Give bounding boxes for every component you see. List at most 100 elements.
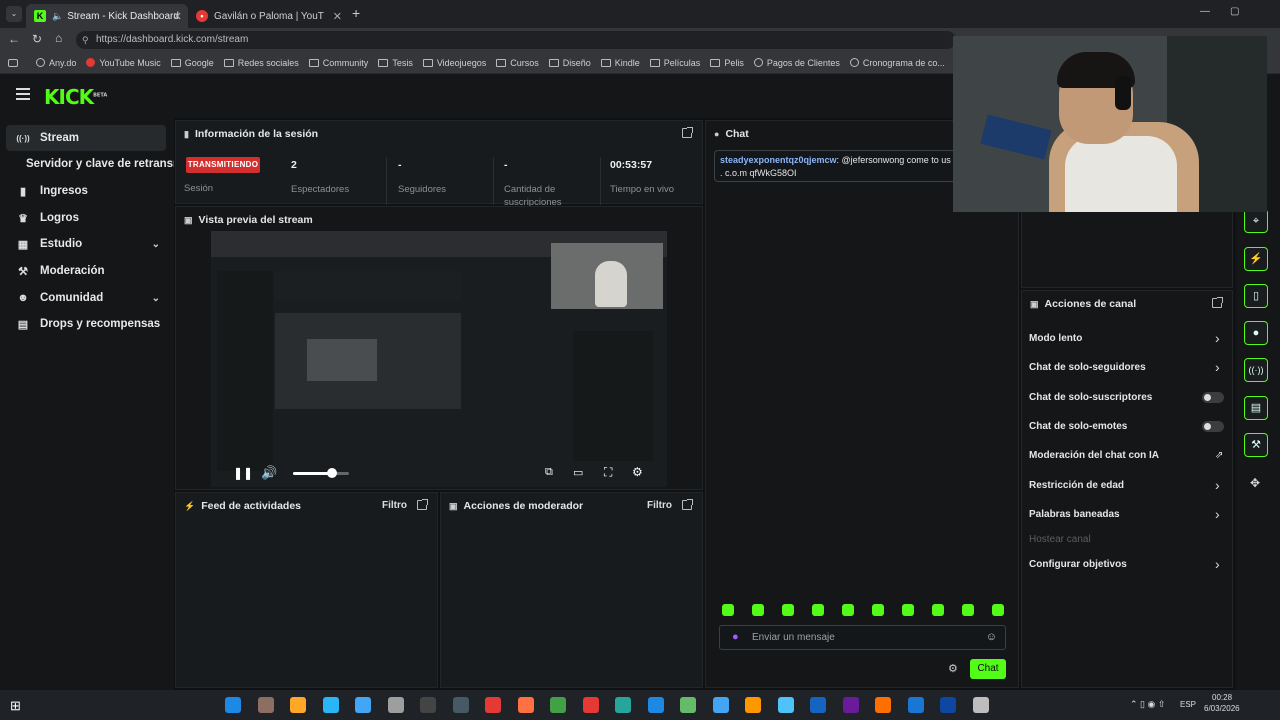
filter-button[interactable]: Filtro xyxy=(647,500,672,511)
emote-icon[interactable] xyxy=(722,604,734,616)
close-tab-icon[interactable]: ✕ xyxy=(333,10,342,23)
action-configure-goals[interactable]: Configurar objetivos › xyxy=(1029,556,1220,572)
back-icon[interactable]: ← xyxy=(8,32,20,46)
emote-icon[interactable] xyxy=(812,604,824,616)
lightning-icon[interactable]: ⚡ xyxy=(1244,247,1268,271)
tab-kick-dashboard[interactable]: K 🔈 Stream - Kick Dashboard ✕ xyxy=(26,4,188,28)
filter-button[interactable]: Filtro xyxy=(382,500,407,511)
taskbar-app-icon[interactable] xyxy=(712,697,729,713)
taskbar-app-icon[interactable] xyxy=(647,697,664,713)
emote-icon[interactable] xyxy=(962,604,974,616)
picture-in-picture-icon[interactable]: ⧉ xyxy=(545,466,553,479)
settings-gear-icon[interactable]: ⚙ xyxy=(632,465,643,479)
document-icon[interactable]: ▯ xyxy=(1244,284,1268,308)
reload-icon[interactable]: ↻ xyxy=(32,32,42,46)
cast-icon[interactable]: ▭ xyxy=(573,466,583,479)
action-ai-moderation[interactable]: Moderación del chat con IA ⇗ xyxy=(1029,450,1223,461)
bookmarks-menu-icon[interactable] xyxy=(8,58,22,67)
emote-icon[interactable] xyxy=(782,604,794,616)
microphone-icon[interactable]: ● xyxy=(732,626,739,649)
home-icon[interactable]: ⌂ xyxy=(55,31,62,45)
popout-icon[interactable] xyxy=(682,499,693,510)
fullscreen-icon[interactable]: ⛶ xyxy=(604,465,612,480)
chat-settings-gear-icon[interactable]: ⚙ xyxy=(948,662,958,675)
taskbar-app-icon[interactable] xyxy=(680,697,696,713)
volume-slider-handle[interactable] xyxy=(327,468,338,478)
bookmark-item[interactable]: Kindle xyxy=(600,58,640,68)
bookmark-item[interactable]: Diseño xyxy=(548,58,591,68)
taskbar-app-icon[interactable] xyxy=(322,697,339,713)
tab-list-button[interactable]: ⌄ xyxy=(6,6,22,22)
taskbar-app-icon[interactable] xyxy=(485,697,501,713)
wrench-icon[interactable]: ⚒ xyxy=(1244,433,1268,457)
windows-start-icon[interactable]: ⊞ xyxy=(10,698,21,714)
close-tab-icon[interactable]: ✕ xyxy=(173,10,182,23)
action-followers-only[interactable]: Chat de solo-seguidores › xyxy=(1029,359,1220,375)
action-slow-mode[interactable]: Modo lento › xyxy=(1029,330,1220,346)
bookmark-item[interactable]: Community xyxy=(308,58,368,68)
sidebar-item-logros[interactable]: ♛ Logros xyxy=(6,205,166,231)
bookmark-item[interactable]: Pelis xyxy=(710,58,744,68)
taskbar-app-icon[interactable] xyxy=(907,697,924,713)
emote-icon[interactable] xyxy=(872,604,884,616)
bookmark-item[interactable]: YouTube Music xyxy=(86,58,161,68)
taskbar-app-icon[interactable] xyxy=(225,697,241,713)
emote-icon[interactable] xyxy=(902,604,914,616)
taskbar-app-icon[interactable] xyxy=(550,697,566,713)
chat-bubble-icon[interactable]: ● xyxy=(1244,321,1268,345)
taskbar-app-icon[interactable] xyxy=(290,697,306,713)
minimize-icon[interactable]: — xyxy=(1200,6,1210,17)
sidebar-item-drops[interactable]: ▤ Drops y recompensas xyxy=(6,311,166,337)
layout-icon[interactable]: ▤ xyxy=(1244,396,1268,420)
bookmark-item[interactable]: Tesis xyxy=(378,58,413,68)
tab-youtube[interactable]: • Gavilán o Paloma | YouTube N ✕ xyxy=(188,4,348,28)
url-input[interactable]: ⚲ https://dashboard.kick.com/stream xyxy=(76,31,956,49)
taskbar-app-icon[interactable] xyxy=(615,697,631,713)
taskbar-app-icon[interactable] xyxy=(517,697,534,713)
taskbar-app-icon[interactable] xyxy=(452,697,469,713)
kick-logo[interactable]: KICKBETA xyxy=(44,85,107,109)
hamburger-menu-icon[interactable] xyxy=(16,88,30,100)
emotes-only-toggle[interactable] xyxy=(1202,421,1224,432)
volume-icon[interactable]: 🔊 xyxy=(261,465,277,481)
bookmark-item[interactable]: Cursos xyxy=(496,58,539,68)
emote-icon[interactable] xyxy=(752,604,764,616)
action-age-restriction[interactable]: Restricción de edad › xyxy=(1029,477,1220,493)
emote-icon[interactable] xyxy=(992,604,1004,616)
emote-icon[interactable] xyxy=(932,604,944,616)
taskbar-app-icon[interactable] xyxy=(875,697,891,713)
sidebar-item-server-key[interactable]: Servidor y clave de retransm xyxy=(6,151,174,177)
taskbar-app-icon[interactable] xyxy=(842,697,859,713)
bookmark-item[interactable]: Películas xyxy=(649,58,700,68)
taskbar-app-icon[interactable] xyxy=(745,697,761,713)
chat-username[interactable]: steadyexponentqz0qjemcw xyxy=(720,155,837,165)
taskbar-app-icon[interactable] xyxy=(940,697,956,713)
new-tab-button[interactable]: + xyxy=(352,5,360,21)
taskbar-app-icon[interactable] xyxy=(257,697,274,713)
bookmark-item[interactable]: Any.do xyxy=(36,58,76,68)
popout-icon[interactable] xyxy=(682,127,693,138)
subscribers-only-toggle[interactable] xyxy=(1202,392,1224,403)
focus-icon[interactable]: ⌖ xyxy=(1244,209,1268,233)
taskbar-app-icon[interactable] xyxy=(810,697,826,713)
sidebar-item-stream[interactable]: ((·)) Stream xyxy=(6,125,166,151)
sidebar-item-comunidad[interactable]: ☻ Comunidad ⌄ xyxy=(6,285,166,311)
add-widget-icon[interactable]: ✥ xyxy=(1250,476,1260,490)
broadcast-icon[interactable]: ((·)) xyxy=(1244,358,1268,382)
bookmark-item[interactable]: Cronograma de co... xyxy=(849,58,945,68)
sidebar-item-ingresos[interactable]: ▮ Ingresos xyxy=(6,178,166,204)
popout-icon[interactable] xyxy=(1212,297,1223,308)
keyboard-language[interactable]: ESP xyxy=(1180,700,1196,709)
popout-icon[interactable] xyxy=(417,499,428,510)
stream-preview-video[interactable] xyxy=(211,231,667,487)
taskbar-app-icon[interactable] xyxy=(582,697,599,713)
action-banned-words[interactable]: Palabras baneadas › xyxy=(1029,506,1220,522)
emote-icon[interactable] xyxy=(842,604,854,616)
bookmark-item[interactable]: Pagos de Clientes xyxy=(753,58,840,68)
taskbar-app-icon[interactable] xyxy=(387,697,404,713)
clock-date[interactable]: 6/03/2026 xyxy=(1204,704,1240,713)
taskbar-app-icon[interactable] xyxy=(420,697,436,713)
bookmark-item[interactable]: Videojuegos xyxy=(422,58,486,68)
taskbar-app-icon[interactable] xyxy=(972,697,989,713)
bookmark-item[interactable]: Redes sociales xyxy=(223,58,299,68)
